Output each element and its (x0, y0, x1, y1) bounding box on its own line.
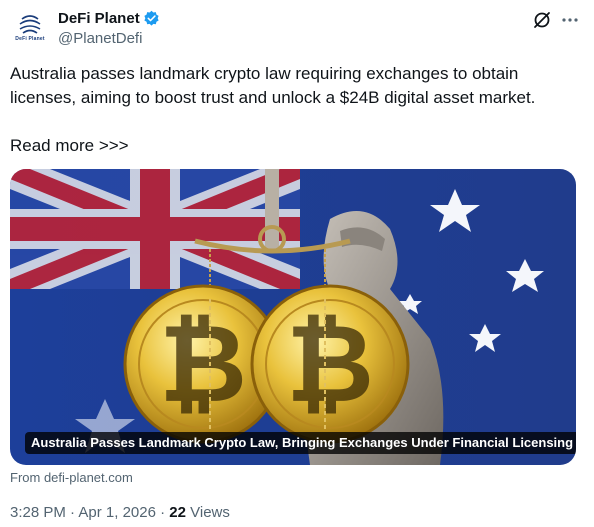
svg-text:₿: ₿ (159, 303, 247, 424)
link-card[interactable]: ₿ ₿ Australia Passes Landmark Crypto Law… (10, 169, 576, 465)
handle[interactable]: @PlanetDefi (58, 30, 160, 47)
bitcoin-scales-justice-image: ₿ ₿ (10, 169, 576, 465)
display-name-row: DeFi Planet (58, 8, 160, 28)
defi-planet-logo-icon (19, 14, 41, 34)
tweet-time[interactable]: 3:28 PM (10, 504, 66, 521)
tweet-meta: 3:28 PM · Apr 1, 2026 · 22 Views (10, 504, 230, 521)
meta-separator-2: · (155, 504, 170, 521)
svg-text:₿: ₿ (286, 303, 374, 424)
views-count: 22 (169, 504, 186, 521)
verified-badge-icon (144, 10, 159, 26)
tweet-header: DeFi Planet DeFi Planet @PlanetDefi (10, 6, 584, 50)
tweet-date[interactable]: Apr 1, 2026 (78, 504, 156, 521)
card-source[interactable]: From defi-planet.com (10, 470, 133, 485)
grok-icon[interactable] (532, 10, 552, 30)
views-label: Views (185, 504, 230, 521)
avatar[interactable]: DeFi Planet (10, 8, 50, 48)
meta-separator: · (65, 504, 79, 521)
card-caption: Australia Passes Landmark Crypto Law, Br… (25, 432, 576, 454)
author-names: DeFi Planet @PlanetDefi (58, 8, 160, 47)
tweet-text: Australia passes landmark crypto law req… (10, 64, 536, 155)
more-icon[interactable] (560, 10, 580, 30)
avatar-logo-text: DeFi Planet (15, 35, 45, 42)
display-name[interactable]: DeFi Planet (58, 10, 140, 27)
